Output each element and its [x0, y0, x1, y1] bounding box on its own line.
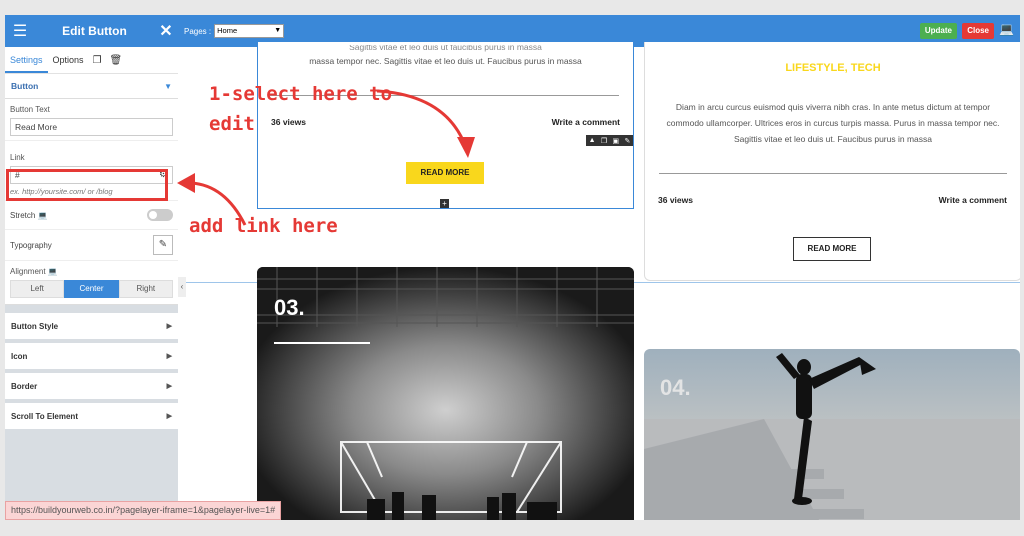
annotation-select: 1-select here to edit [209, 79, 409, 139]
editor-window: ☰ Edit Button ✕ Settings Options ❐ 🗑 But… [5, 15, 1020, 520]
annotation-select-text: 1-select here to edit [209, 83, 393, 135]
status-url-bar: https://buildyourweb.co.in/?pagelayer-if… [5, 501, 282, 520]
annotation-link: add link here [189, 215, 338, 237]
annotation-arrows [177, 89, 475, 226]
